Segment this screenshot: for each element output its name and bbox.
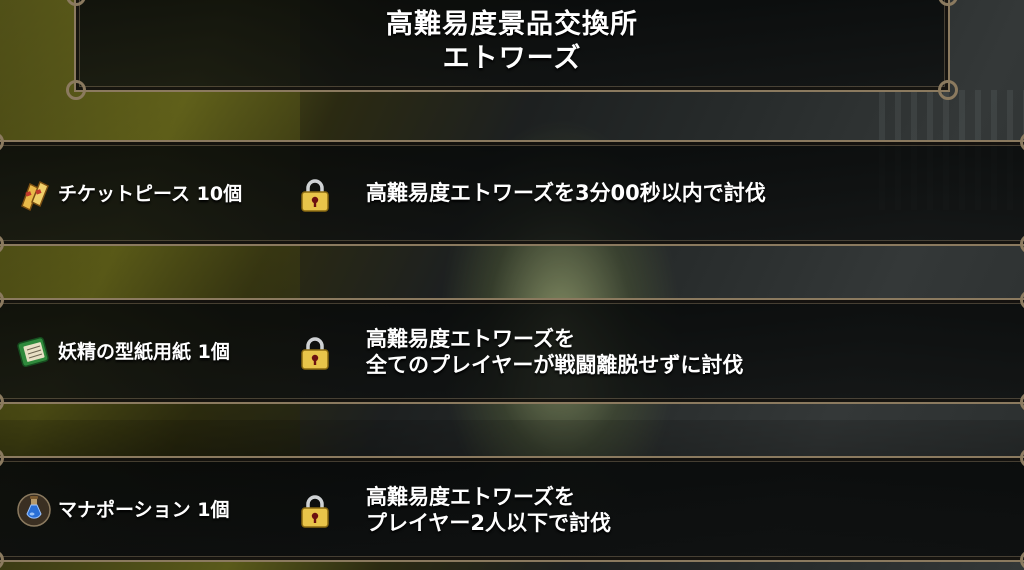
- reward-label: チケットピース 10個: [58, 183, 243, 205]
- page-title: 高難易度景品交換所 エトワーズ: [76, 8, 948, 76]
- reward-row-mana-potion[interactable]: マナポーション 1個 高難易度エトワーズを プレイヤー2人以下で討伐: [0, 448, 1024, 570]
- condition-line-1: 高難易度エトワーズを3分00秒以内で討伐: [366, 181, 766, 205]
- condition-line-2: 全てのプレイヤーが戦闘離脱せずに討伐: [366, 353, 744, 377]
- reward-label: マナポーション 1個: [58, 499, 230, 521]
- mana-potion-icon: [16, 492, 52, 528]
- condition-line-1: 高難易度エトワーズを: [366, 485, 575, 509]
- ticket-piece-icon: [16, 176, 52, 212]
- condition-line-2: プレイヤー2人以下で討伐: [366, 511, 611, 535]
- frame-corner: [1020, 550, 1024, 570]
- title-line-2: エトワーズ: [442, 43, 582, 74]
- frame-corner: [938, 80, 958, 100]
- frame-corner: [0, 550, 4, 570]
- reward-label: 妖精の型紙用紙 1個: [58, 341, 230, 363]
- reward-condition: 高難易度エトワーズを プレイヤー2人以下で討伐: [366, 484, 611, 536]
- reward-row-pattern-paper[interactable]: 妖精の型紙用紙 1個 高難易度エトワーズを 全てのプレイヤーが戦闘離脱せずに討伐: [0, 290, 1024, 412]
- title-line-1: 高難易度景品交換所: [386, 9, 638, 40]
- title-panel: 高難易度景品交換所 エトワーズ: [66, 0, 958, 100]
- lock-icon: [299, 494, 331, 528]
- pattern-paper-icon: [16, 334, 52, 370]
- condition-line-1: 高難易度エトワーズを: [366, 327, 575, 351]
- frame-corner: [1020, 234, 1024, 254]
- frame-corner: [1020, 290, 1024, 310]
- reward-condition: 高難易度エトワーズを3分00秒以内で討伐: [366, 180, 766, 206]
- reward-condition: 高難易度エトワーズを 全てのプレイヤーが戦闘離脱せずに討伐: [366, 326, 743, 378]
- lock-icon: [299, 178, 331, 212]
- frame-corner: [66, 80, 86, 100]
- frame-corner: [1020, 392, 1024, 412]
- lock-icon: [299, 336, 331, 370]
- frame-corner: [938, 0, 958, 6]
- reward-row-ticket-piece[interactable]: チケットピース 10個 高難易度エトワーズを3分00秒以内で討伐: [0, 132, 1024, 254]
